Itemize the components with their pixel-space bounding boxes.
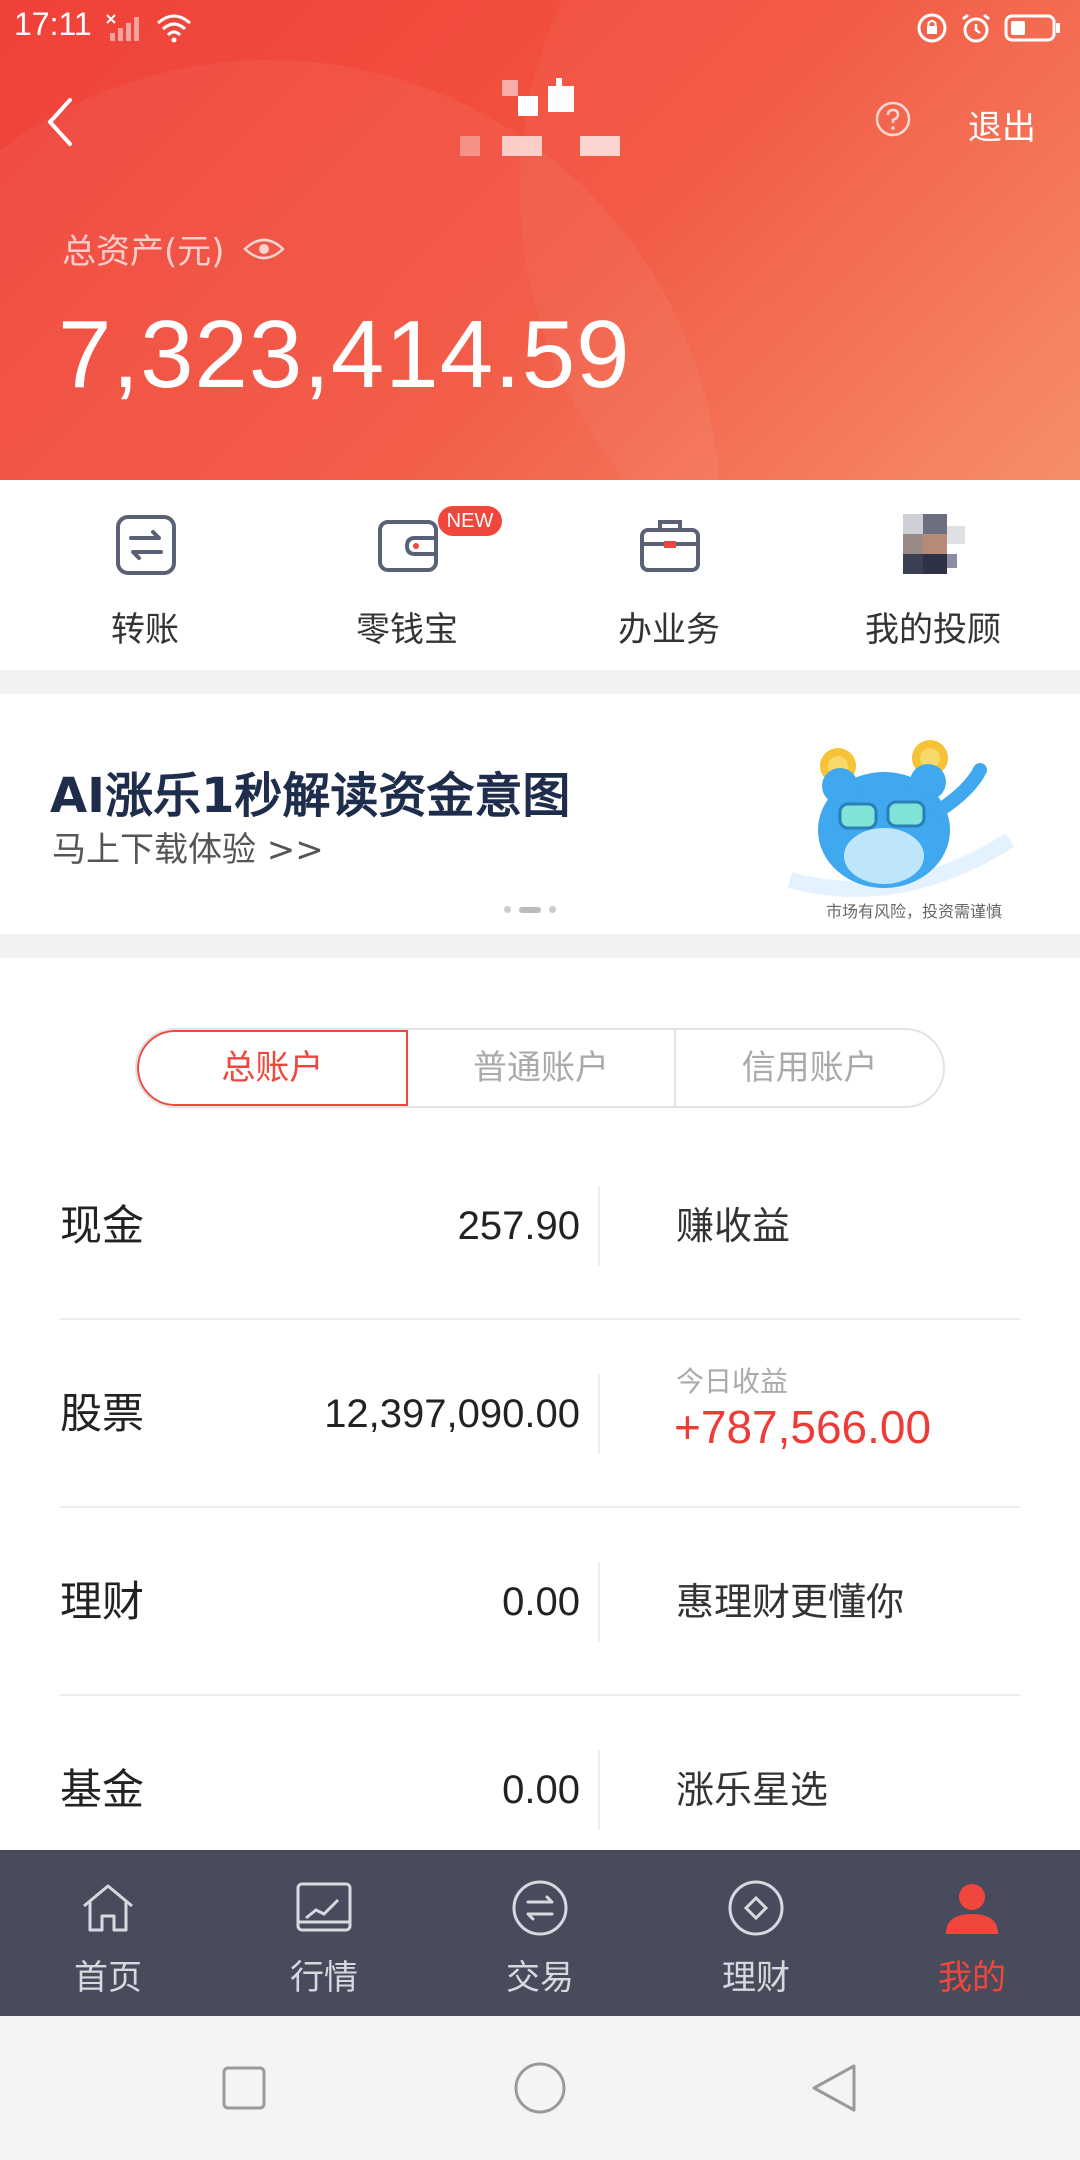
quick-action-transfer[interactable]: 转账 bbox=[10, 480, 280, 670]
row-divider bbox=[598, 1750, 600, 1830]
recent-apps-icon[interactable] bbox=[216, 2060, 272, 2116]
row-divider bbox=[598, 1374, 600, 1454]
wifi-icon bbox=[157, 14, 191, 43]
account-name-blurred bbox=[460, 78, 620, 156]
account-tabs: 总账户 普通账户 信用账户 bbox=[135, 1028, 945, 1108]
advisor-avatar bbox=[903, 514, 965, 574]
quick-action-label: 转账 bbox=[111, 610, 179, 650]
tab-total-account[interactable]: 总账户 bbox=[137, 1030, 408, 1106]
nav-label: 理财 bbox=[722, 1958, 790, 1998]
status-bar: 17:11 bbox=[0, 0, 1080, 56]
eye-icon[interactable] bbox=[242, 235, 285, 263]
nav-label: 我的 bbox=[938, 1958, 1006, 1998]
quick-action-business[interactable]: 办业务 bbox=[534, 480, 804, 670]
banner-title: AI涨乐1秒解读资金意图 bbox=[50, 768, 571, 824]
nav-trade[interactable]: 交易 bbox=[432, 1850, 648, 2016]
alarm-icon bbox=[962, 13, 990, 43]
header: 17:11 退出 总资产(元) 7,323,414.59 bbox=[0, 0, 1080, 480]
today-profit-value: +787,566.00 bbox=[674, 1401, 932, 1453]
risk-disclaimer: 市场有风险，投资需谨慎 bbox=[826, 902, 1003, 921]
signal-icon bbox=[106, 14, 139, 41]
asset-label: 现金 bbox=[60, 1201, 145, 1250]
quick-action-label: 零钱宝 bbox=[356, 610, 458, 650]
nav-market[interactable]: 行情 bbox=[216, 1850, 432, 2016]
quick-action-advisor[interactable]: 我的投顾 bbox=[798, 480, 1068, 670]
tab-normal-account[interactable]: 普通账户 bbox=[408, 1030, 677, 1106]
quick-action-label: 办业务 bbox=[618, 610, 720, 650]
back-triangle-icon[interactable] bbox=[806, 2060, 862, 2116]
promo-banner[interactable]: AI涨乐1秒解读资金意图 马上下载体验 >> 市场有风险，投资需谨慎 bbox=[0, 694, 1080, 934]
asset-value: 0.00 bbox=[502, 1580, 580, 1624]
asset-label: 股票 bbox=[60, 1389, 145, 1438]
back-arrow-icon[interactable] bbox=[40, 92, 80, 152]
row-divider bbox=[598, 1562, 600, 1642]
section-divider bbox=[0, 670, 1080, 694]
battery-icon bbox=[1004, 14, 1060, 42]
quick-actions: 转账 零钱宝 办业务 我的投顾 bbox=[0, 480, 1080, 670]
carousel-dot bbox=[549, 906, 556, 913]
nav-label: 首页 bbox=[74, 1958, 142, 1998]
nav-label: 交易 bbox=[506, 1958, 574, 1998]
total-assets-label: 总资产(元) bbox=[62, 232, 225, 272]
profile-icon bbox=[946, 1884, 998, 1934]
trade-icon bbox=[512, 1880, 568, 1936]
quick-action-label: 我的投顾 bbox=[865, 610, 1001, 650]
asset-row-stock[interactable]: 股票 12,397,090.00 今日收益 +787,566.00 bbox=[60, 1320, 1020, 1508]
bottom-navigation: 首页 行情 交易 理财 我的 bbox=[0, 1850, 1080, 2016]
total-assets-value: 7,323,414.59 bbox=[58, 301, 631, 408]
asset-promo-link[interactable]: 惠理财更懂你 bbox=[676, 1508, 904, 1696]
transfer-icon bbox=[116, 515, 176, 575]
quick-action-wallet[interactable]: 零钱宝 bbox=[272, 480, 542, 670]
row-divider bbox=[598, 1186, 600, 1266]
asset-row-cash[interactable]: 现金 257.90 赚收益 bbox=[60, 1132, 1020, 1320]
asset-label: 理财 bbox=[60, 1577, 145, 1626]
wallet-icon bbox=[378, 520, 438, 572]
system-navigation-bar bbox=[0, 2016, 1080, 2160]
asset-row-wealth[interactable]: 理财 0.00 惠理财更懂你 bbox=[60, 1508, 1020, 1696]
lock-rotation-icon bbox=[917, 13, 947, 43]
asset-value: 257.90 bbox=[457, 1204, 580, 1248]
nav-profile[interactable]: 我的 bbox=[864, 1850, 1080, 2016]
nav-finance[interactable]: 理财 bbox=[648, 1850, 864, 2016]
tab-credit-account[interactable]: 信用账户 bbox=[676, 1030, 943, 1106]
help-icon[interactable] bbox=[874, 100, 912, 138]
carousel-dot-active bbox=[519, 906, 541, 913]
home-icon bbox=[83, 1884, 133, 1932]
carousel-indicator bbox=[504, 906, 556, 913]
logout-button[interactable]: 退出 bbox=[968, 100, 1036, 149]
mascot-illustration bbox=[787, 740, 1015, 897]
briefcase-icon bbox=[640, 520, 700, 572]
home-button-icon[interactable] bbox=[512, 2060, 568, 2116]
status-time: 17:11 bbox=[14, 6, 92, 42]
new-badge: NEW bbox=[438, 506, 502, 536]
nav-home[interactable]: 首页 bbox=[0, 1850, 216, 2016]
asset-promo-link[interactable]: 赚收益 bbox=[676, 1132, 790, 1320]
banner-subtitle[interactable]: 马上下载体验 >> bbox=[52, 822, 324, 871]
carousel-dot bbox=[504, 906, 511, 913]
finance-icon bbox=[728, 1880, 784, 1936]
today-profit-label: 今日收益 bbox=[676, 1365, 789, 1398]
section-divider bbox=[0, 934, 1080, 958]
asset-value: 12,397,090.00 bbox=[324, 1392, 580, 1436]
market-chart-icon bbox=[296, 1882, 352, 1932]
nav-label: 行情 bbox=[290, 1958, 358, 1998]
